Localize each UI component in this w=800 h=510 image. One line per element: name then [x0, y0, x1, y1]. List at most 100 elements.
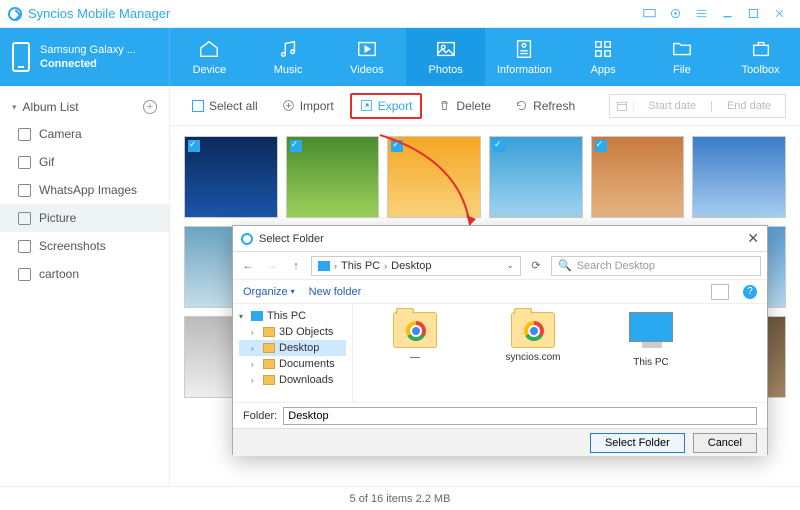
nav-photos[interactable]: Photos [406, 28, 485, 86]
dialog-title: Select Folder [259, 233, 324, 245]
sidebar-item-gif[interactable]: Gif [0, 148, 169, 176]
status-text: 5 of 16 items 2.2 MB [350, 493, 451, 505]
monitor-icon [629, 312, 673, 342]
sidebar-header: ▾ Album List + [0, 94, 169, 120]
pc-icon [251, 311, 263, 321]
folder-row: Folder: [233, 402, 767, 428]
folder-icon [18, 128, 31, 141]
nav-bar: Samsung Galaxy ... Connected Device Musi… [0, 28, 800, 86]
photo-thumb[interactable] [692, 136, 786, 218]
date-range-picker[interactable]: Start date | End date [609, 94, 786, 118]
dialog-titlebar: Select Folder ✕ [233, 226, 767, 252]
photo-thumb[interactable] [184, 136, 278, 218]
sidebar-item-screenshots[interactable]: Screenshots [0, 232, 169, 260]
toolbar: Select all Import Export Delete Refresh … [170, 86, 800, 126]
device-name: Samsung Galaxy ... [40, 43, 136, 57]
photo-thumb[interactable] [591, 136, 685, 218]
nav-information[interactable]: Information [485, 28, 564, 86]
sidebar-item-cartoon[interactable]: cartoon [0, 260, 169, 288]
new-folder-button[interactable]: New folder [309, 286, 362, 298]
nav-videos[interactable]: Videos [328, 28, 407, 86]
select-folder-button[interactable]: Select Folder [590, 433, 685, 453]
import-button[interactable]: Import [274, 95, 342, 117]
tree-node-this-pc[interactable]: ▾This PC [239, 308, 346, 324]
app-logo-icon [8, 7, 22, 21]
up-button[interactable]: ↑ [287, 257, 305, 275]
dialog-toolbar: Organize ▾ New folder ? [233, 280, 767, 304]
file-item[interactable]: This PC [611, 312, 691, 394]
breadcrumb[interactable]: › This PC › Desktop ⌄ [311, 256, 521, 276]
check-icon [493, 140, 505, 152]
close-button[interactable] [766, 4, 792, 24]
folder-input[interactable] [283, 407, 757, 425]
check-icon [188, 140, 200, 152]
tree-node-desktop[interactable]: ›Desktop [239, 340, 346, 356]
back-button[interactable]: ← [239, 257, 257, 275]
nav-file[interactable]: File [643, 28, 722, 86]
folder-icon [18, 212, 31, 225]
sidebar-item-camera[interactable]: Camera [0, 120, 169, 148]
refresh-icon[interactable]: ⟳ [527, 257, 545, 275]
forward-button[interactable]: → [263, 257, 281, 275]
help-button[interactable]: ? [743, 285, 757, 299]
folder-label: Folder: [243, 410, 277, 422]
nav-apps[interactable]: Apps [564, 28, 643, 86]
folder-icon [263, 375, 275, 385]
chevron-icon: ▾ [12, 102, 17, 113]
folder-icon [263, 343, 275, 353]
maximize-button[interactable] [740, 4, 766, 24]
folder-icon [18, 184, 31, 197]
cancel-button[interactable]: Cancel [693, 433, 757, 453]
folder-icon [263, 359, 275, 369]
file-item[interactable]: syncios.com [493, 312, 573, 394]
app-title: Syncios Mobile Manager [28, 6, 170, 21]
calendar-icon [610, 100, 634, 112]
menu-icon[interactable] [688, 4, 714, 24]
select-folder-dialog: Select Folder ✕ ← → ↑ › This PC › Deskto… [232, 225, 768, 455]
export-button[interactable]: Export [350, 93, 423, 119]
photo-thumb[interactable] [387, 136, 481, 218]
tree-node-documents[interactable]: ›Documents [239, 356, 346, 372]
refresh-button[interactable]: Refresh [507, 95, 583, 117]
chevron-down-icon: ▾ [291, 287, 295, 296]
device-panel[interactable]: Samsung Galaxy ... Connected [0, 28, 170, 86]
organize-menu[interactable]: Organize ▾ [243, 286, 295, 298]
minimize-button[interactable] [714, 4, 740, 24]
tree-node-3d[interactable]: ›3D Objects [239, 324, 346, 340]
check-icon [290, 140, 302, 152]
dialog-buttons: Select Folder Cancel [233, 428, 767, 456]
folder-icon [18, 156, 31, 169]
sidebar-item-picture[interactable]: Picture [0, 204, 169, 232]
nav-music[interactable]: Music [249, 28, 328, 86]
file-item[interactable]: — [375, 312, 455, 394]
screen-icon[interactable] [636, 4, 662, 24]
add-album-button[interactable]: + [143, 100, 157, 114]
dialog-close-button[interactable]: ✕ [747, 230, 759, 247]
nav-device[interactable]: Device [170, 28, 249, 86]
folder-icon [263, 327, 275, 337]
tree-node-downloads[interactable]: ›Downloads [239, 372, 346, 388]
pc-icon [318, 261, 330, 271]
chrome-icon [524, 321, 544, 341]
sidebar: ▾ Album List + Camera Gif WhatsApp Image… [0, 86, 170, 486]
delete-button[interactable]: Delete [430, 95, 499, 117]
chrome-icon [406, 321, 426, 341]
select-all-button[interactable]: Select all [184, 95, 266, 117]
status-bar: 5 of 16 items 2.2 MB [0, 486, 800, 510]
view-mode-button[interactable] [711, 284, 729, 300]
app-icon [241, 233, 253, 245]
checkbox-icon [192, 100, 204, 112]
file-pane: — syncios.com This PC [353, 304, 767, 402]
chevron-down-icon[interactable]: ⌄ [506, 260, 514, 271]
folder-icon [18, 268, 31, 281]
nav-toolbox[interactable]: Toolbox [721, 28, 800, 86]
folder-tree: ▾This PC ›3D Objects ›Desktop ›Documents… [233, 304, 353, 402]
check-icon [595, 140, 607, 152]
sidebar-item-whatsapp[interactable]: WhatsApp Images [0, 176, 169, 204]
photo-thumb[interactable] [489, 136, 583, 218]
settings-icon[interactable] [662, 4, 688, 24]
photo-thumb[interactable] [286, 136, 380, 218]
search-input[interactable]: 🔍 Search Desktop [551, 256, 761, 276]
nav-items: Device Music Videos Photos Information A… [170, 28, 800, 86]
folder-icon [18, 240, 31, 253]
